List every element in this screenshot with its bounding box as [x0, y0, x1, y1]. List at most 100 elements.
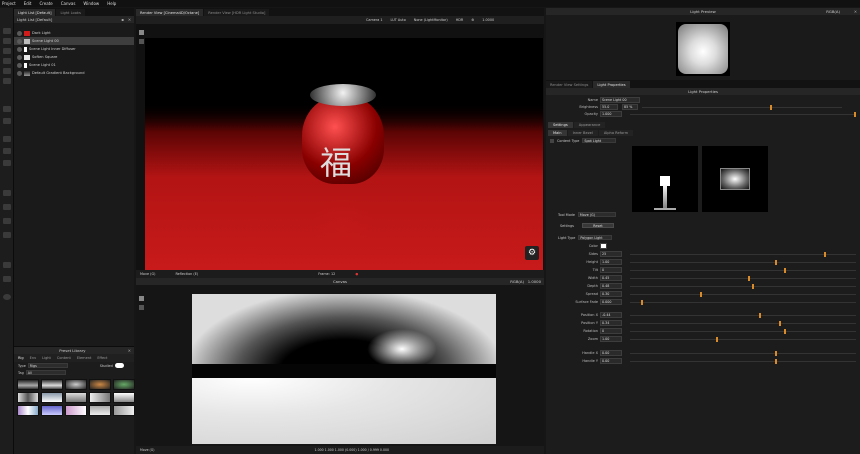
color-swatch[interactable] — [600, 243, 607, 249]
slider-knob[interactable] — [715, 337, 718, 342]
tab-light-properties[interactable]: Light Properties — [593, 81, 630, 88]
preset-thumbnail[interactable] — [89, 392, 111, 403]
tab-env[interactable]: Env — [30, 356, 37, 360]
visibility-icon[interactable] — [17, 38, 22, 44]
pan-tool-icon[interactable] — [139, 39, 144, 44]
name-field[interactable]: Scene Light 00 — [600, 97, 640, 103]
exposure-value[interactable]: 1.0000 — [482, 18, 494, 22]
content-type-checkbox[interactable] — [550, 138, 554, 143]
tab-render-view-hdr[interactable]: Render View [HDR Light Studio] — [204, 9, 270, 16]
slider-knob[interactable] — [747, 276, 750, 281]
slider-knob[interactable] — [853, 112, 856, 117]
close-icon[interactable]: ✕ — [854, 9, 857, 14]
hdr-select[interactable]: HDR — [456, 18, 464, 22]
slider-knob[interactable] — [779, 321, 782, 326]
param-slider[interactable] — [630, 351, 856, 356]
select-tool-icon[interactable] — [139, 30, 144, 35]
tab-element[interactable]: Element — [77, 356, 92, 360]
light-tool-icon[interactable] — [3, 38, 11, 44]
canvas-pan-tool-icon[interactable] — [139, 305, 144, 310]
strip-tool-icon[interactable] — [3, 160, 11, 166]
preset-thumbnail[interactable] — [65, 405, 87, 416]
tab-effect[interactable]: Effect — [97, 356, 107, 360]
preset-thumbnail[interactable] — [65, 379, 87, 390]
content-type-select[interactable]: Spot Light — [582, 138, 617, 143]
brush-tool-icon[interactable] — [3, 218, 11, 224]
eraser-tool-icon[interactable] — [3, 78, 11, 84]
preview-mode-select[interactable]: RGB(A) — [826, 9, 840, 14]
opacity-slider[interactable] — [630, 112, 856, 117]
param-slider[interactable] — [630, 268, 856, 273]
param-slider[interactable] — [630, 292, 856, 297]
param-field[interactable]: 0.45 — [600, 275, 622, 281]
menu-edit[interactable]: Edit — [24, 1, 32, 6]
tab-light-list[interactable]: Light List [Default] — [14, 9, 56, 16]
preset-thumbnail[interactable] — [17, 379, 39, 390]
slider-knob[interactable] — [783, 329, 786, 334]
list-item[interactable]: Scene Light Inner Diffuser — [14, 45, 134, 53]
param-field[interactable]: -0.44 — [600, 312, 622, 318]
param-slider[interactable] — [630, 252, 856, 257]
tab-settings[interactable]: Settings — [548, 122, 573, 128]
slider-knob[interactable] — [783, 268, 786, 273]
param-slider[interactable] — [630, 300, 856, 305]
param-field[interactable]: 0.30 — [600, 291, 622, 297]
preset-thumbnail[interactable] — [113, 405, 135, 416]
type-select[interactable]: Rigs — [27, 363, 68, 368]
paint-tool-icon[interactable] — [3, 58, 11, 64]
close-icon[interactable]: ✕ — [128, 348, 131, 353]
help-icon[interactable] — [3, 294, 11, 300]
reset-button[interactable]: Reset — [581, 223, 614, 228]
tool-mode-select[interactable]: Move (G) — [577, 212, 616, 217]
tag-select[interactable]: All — [25, 370, 66, 375]
render-settings-gear-icon[interactable]: ⚙ — [525, 246, 539, 260]
param-field[interactable]: 0 — [600, 267, 622, 273]
slider-knob[interactable] — [758, 313, 761, 318]
tab-light-looks[interactable]: Light Looks — [56, 9, 85, 16]
tab-inner-bezel[interactable]: Inner Bezel — [567, 130, 598, 136]
slider-knob[interactable] — [774, 260, 777, 265]
tab-appearance[interactable]: Appearance — [573, 122, 606, 128]
opacity-field[interactable]: 1.000 — [600, 111, 622, 117]
preset-thumbnail[interactable] — [65, 392, 87, 403]
param-slider[interactable] — [630, 337, 856, 342]
preset-thumbnail[interactable] — [41, 405, 63, 416]
frame-tool-icon[interactable] — [3, 204, 11, 210]
param-field[interactable]: 0.00 — [600, 350, 622, 356]
tab-alpha-reform[interactable]: Alpha Reform — [598, 130, 634, 136]
brightness-field[interactable]: 55.0 — [600, 104, 618, 110]
spot-tool-icon[interactable] — [3, 118, 11, 124]
move-tool-icon[interactable] — [3, 28, 11, 34]
canvas-mode-select[interactable]: RGB(A) — [510, 279, 524, 284]
settings-icon[interactable]: ⚙ — [471, 18, 474, 22]
list-item[interactable]: Default Gradient Background — [14, 69, 134, 77]
slider-knob[interactable] — [770, 105, 772, 110]
slider-knob[interactable] — [641, 300, 644, 305]
record-icon[interactable]: ● — [355, 272, 358, 276]
param-slider[interactable] — [630, 284, 856, 289]
preset-thumbnail[interactable] — [41, 379, 63, 390]
param-slider[interactable] — [630, 313, 856, 318]
slider-knob[interactable] — [752, 284, 755, 289]
param-field[interactable]: 1.00 — [600, 336, 622, 342]
light-type-select[interactable]: Polygon Light — [578, 235, 613, 240]
move-mode-select[interactable]: Move (G) — [140, 272, 155, 276]
bucket-tool-icon[interactable] — [3, 68, 11, 74]
sun-tool-icon[interactable] — [3, 106, 11, 112]
param-field[interactable]: 0 — [600, 328, 622, 334]
preset-thumbnail[interactable] — [113, 379, 135, 390]
slider-knob[interactable] — [700, 292, 703, 297]
canvas-image[interactable] — [192, 294, 496, 444]
render-image[interactable]: 福 ⚙ — [145, 38, 543, 270]
visibility-icon[interactable] — [17, 62, 22, 68]
list-item[interactable]: Scene Light 01 — [14, 61, 134, 69]
preset-thumbnail[interactable] — [89, 405, 111, 416]
canvas-light-hotspot[interactable] — [367, 329, 437, 369]
pick-tool-icon[interactable] — [3, 48, 11, 54]
list-item[interactable]: Soften Square — [14, 53, 134, 61]
tab-main[interactable]: Main — [548, 130, 567, 136]
camera-select[interactable]: Camera 1 — [366, 18, 383, 22]
light-shape-preview[interactable] — [702, 146, 768, 212]
slider-knob[interactable] — [774, 359, 777, 364]
tab-render-view-settings[interactable]: Render View Settings — [546, 81, 593, 88]
